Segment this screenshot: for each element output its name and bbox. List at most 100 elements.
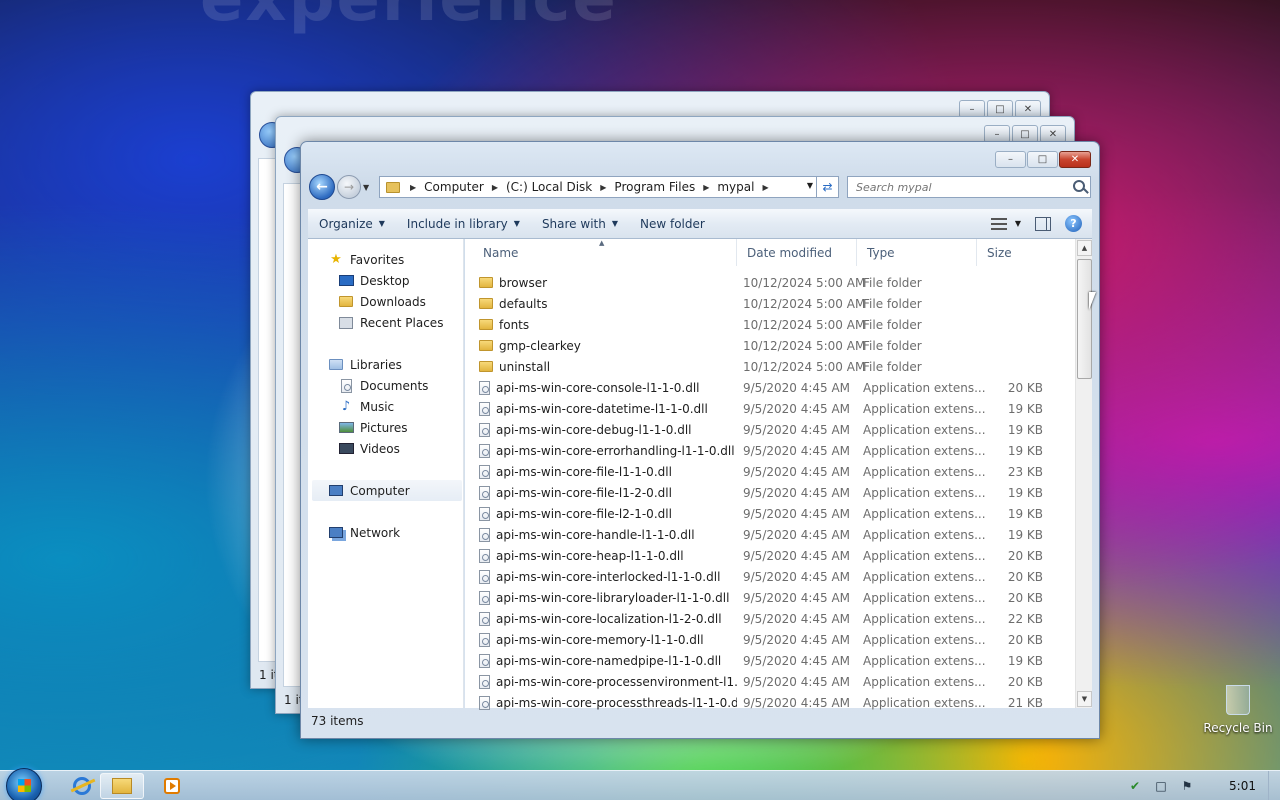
share-with-button[interactable]: Share with ▼ [531, 217, 629, 231]
table-row[interactable]: api-ms-win-core-file-l1-2-0.dll 9/5/2020 … [473, 482, 1070, 503]
table-row[interactable]: api-ms-win-core-handle-l1-1-0.dll 9/5/202… [473, 524, 1070, 545]
address-bar[interactable]: ▶ Computer ▶ (C:) Local Disk ▶ Program F… [379, 176, 817, 198]
file-name-cell: api-ms-win-core-memory-l1-1-0.dll [473, 632, 737, 647]
back-button[interactable]: ← [309, 174, 335, 200]
table-row[interactable]: api-ms-win-core-interlocked-l1-1-0.dll 9/… [473, 566, 1070, 587]
file-name-cell: api-ms-win-core-file-l1-1-0.dll [473, 464, 737, 479]
organize-button[interactable]: Organize ▼ [308, 217, 396, 231]
new-folder-label: New folder [640, 216, 705, 231]
file-name: api-ms-win-core-file-l1-2-0.dll [496, 485, 672, 500]
file-name: browser [499, 275, 548, 290]
breadcrumb-mypal[interactable]: mypal [713, 180, 758, 194]
table-row[interactable]: fonts 10/12/2024 5:00 AM File folder [473, 314, 1070, 335]
sidebar-item-recent-places[interactable]: Recent Places [338, 312, 443, 333]
table-row[interactable]: api-ms-win-core-file-l2-1-0.dll 9/5/2020 … [473, 503, 1070, 524]
chevron-right-icon[interactable]: ▶ [758, 183, 772, 192]
breadcrumb-local-disk[interactable]: (C:) Local Disk [502, 180, 596, 194]
scroll-up-button[interactable]: ▲ [1077, 240, 1092, 256]
table-row[interactable]: api-ms-win-core-memory-l1-1-0.dll 9/5/202… [473, 629, 1070, 650]
table-row[interactable]: api-ms-win-core-namedpipe-l1-1-0.dll 9/5/… [473, 650, 1070, 671]
change-view-button[interactable]: ▼ [990, 217, 1021, 230]
scroll-thumb[interactable] [1077, 259, 1092, 379]
folder-icon [479, 319, 493, 330]
table-row[interactable]: api-ms-win-core-datetime-l1-1-0.dll 9/5/2… [473, 398, 1070, 419]
table-row[interactable]: api-ms-win-core-localization-l1-2-0.dll 9… [473, 608, 1070, 629]
action-center-icon[interactable]: ✔ [1127, 778, 1143, 794]
column-header-size[interactable]: Size [977, 239, 1057, 266]
file-name: fonts [499, 317, 530, 332]
table-row[interactable]: api-ms-win-core-file-l1-1-0.dll 9/5/2020 … [473, 461, 1070, 482]
table-row[interactable]: defaults 10/12/2024 5:00 AM File folder [473, 293, 1070, 314]
address-dropdown-icon[interactable]: ▼ [807, 181, 813, 190]
table-row[interactable]: api-ms-win-core-console-l1-1-0.dll 9/5/20… [473, 377, 1070, 398]
table-row[interactable]: api-ms-win-core-debug-l1-1-0.dll 9/5/2020… [473, 419, 1070, 440]
file-size: 19 KB [1007, 527, 1043, 542]
forward-button[interactable]: → [337, 175, 361, 199]
chevron-right-icon[interactable]: ▶ [699, 183, 713, 192]
sidebar-item-documents[interactable]: Documents [338, 375, 428, 396]
sidebar-item-label: Downloads [360, 294, 426, 309]
table-row[interactable]: browser 10/12/2024 5:00 AM File folder [473, 272, 1070, 293]
column-header-name[interactable]: ▲ Name [473, 239, 737, 266]
preview-pane-icon[interactable] [1035, 216, 1051, 231]
table-row[interactable]: api-ms-win-core-heap-l1-1-0.dll 9/5/2020 … [473, 545, 1070, 566]
file-name: api-ms-win-core-localization-l1-2-0.dll [496, 611, 722, 626]
table-row[interactable]: gmp-clearkey 10/12/2024 5:00 AM File folde… [473, 335, 1070, 356]
sidebar-item-favorites[interactable]: ★ Favorites [328, 249, 404, 270]
table-row[interactable]: api-ms-win-core-processenvironment-l1...… [473, 671, 1070, 692]
close-button[interactable]: ✕ [1059, 151, 1091, 168]
clock[interactable]: 5:01 [1229, 779, 1256, 793]
flag-icon[interactable]: ⚑ [1179, 778, 1195, 794]
sidebar-item-label: Music [360, 399, 395, 414]
sidebar-item-pictures[interactable]: Pictures [338, 417, 408, 438]
sidebar-item-label: Documents [360, 378, 429, 393]
wallpaper-watermark: experience [200, 0, 618, 36]
file-size: 20 KB [1007, 632, 1043, 647]
taskbar-windows-explorer[interactable] [100, 773, 144, 799]
refresh-button[interactable]: ⇄ [817, 176, 839, 198]
sidebar-item-computer[interactable]: Computer [312, 480, 462, 501]
file-name: defaults [499, 296, 548, 311]
sidebar-item-downloads[interactable]: Downloads [338, 291, 426, 312]
start-button[interactable] [6, 768, 42, 800]
file-name-cell: api-ms-win-core-errorhandling-l1-1-0.dll [473, 443, 737, 458]
dll-file-icon [479, 548, 490, 563]
sidebar-item-desktop[interactable]: Desktop [338, 270, 410, 291]
sidebar-item-libraries[interactable]: Libraries [328, 354, 402, 375]
chevron-right-icon[interactable]: ▶ [596, 183, 610, 192]
search-icon[interactable] [1073, 180, 1085, 192]
network-icon[interactable]: □ [1153, 778, 1169, 794]
table-row[interactable]: api-ms-win-core-libraryloader-l1-1-0.dll… [473, 587, 1070, 608]
chevron-right-icon[interactable]: ▶ [406, 183, 420, 192]
maximize-button[interactable]: □ [1027, 151, 1058, 168]
taskbar-internet-explorer[interactable] [60, 773, 104, 799]
scroll-down-button[interactable]: ▼ [1077, 691, 1092, 707]
file-size: 19 KB [1007, 485, 1043, 500]
sidebar-item-network[interactable]: Network [328, 522, 400, 543]
file-size: 20 KB [1007, 380, 1043, 395]
include-in-library-button[interactable]: Include in library ▼ [396, 217, 531, 231]
table-row[interactable]: uninstall 10/12/2024 5:00 AM File folder [473, 356, 1070, 377]
breadcrumb-computer[interactable]: Computer [420, 180, 488, 194]
recycle-bin-desktop-icon[interactable]: Recycle Bin [1203, 685, 1273, 735]
help-icon[interactable]: ? [1065, 215, 1082, 232]
column-header-type[interactable]: Type [857, 239, 977, 266]
organize-label: Organize [319, 216, 373, 231]
recent-pages-dropdown[interactable]: ▼ [363, 183, 375, 192]
show-desktop-button[interactable] [1268, 771, 1280, 800]
file-date-modified: 9/5/2020 4:45 AM [743, 464, 851, 479]
breadcrumb-program-files[interactable]: Program Files [610, 180, 699, 194]
file-name-cell: api-ms-win-core-file-l1-2-0.dll [473, 485, 737, 500]
sidebar-item-videos[interactable]: Videos [338, 438, 400, 459]
dll-file-icon [479, 422, 490, 437]
chevron-right-icon[interactable]: ▶ [488, 183, 502, 192]
search-input[interactable] [856, 180, 1056, 194]
table-row[interactable]: api-ms-win-core-errorhandling-l1-1-0.dll… [473, 440, 1070, 461]
file-name-cell: api-ms-win-core-heap-l1-1-0.dll [473, 548, 737, 563]
column-header-date-modified[interactable]: Date modified [737, 239, 857, 266]
taskbar-media-player[interactable] [150, 773, 194, 799]
new-folder-button[interactable]: New folder [629, 217, 716, 231]
minimize-button[interactable]: – [995, 151, 1026, 168]
search-box[interactable] [847, 176, 1091, 198]
sidebar-item-music[interactable]: ♪ Music [338, 396, 394, 417]
